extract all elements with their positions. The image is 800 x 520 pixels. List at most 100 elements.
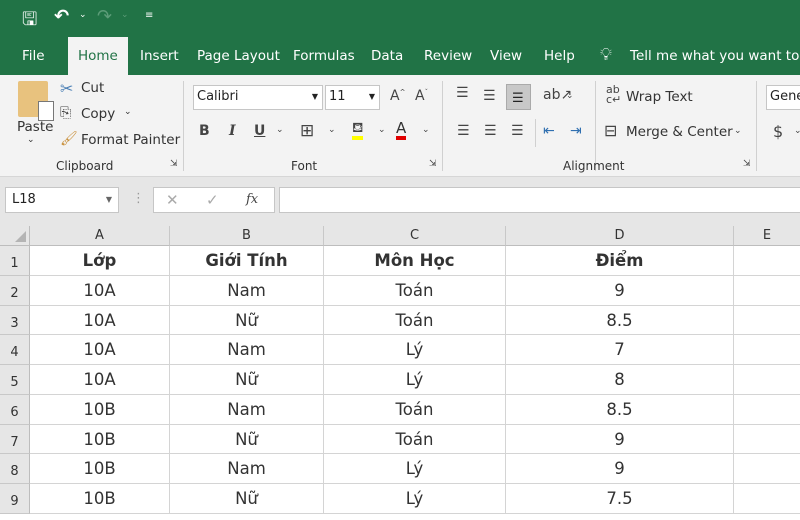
row-header-9[interactable]: 9 (0, 484, 30, 514)
font-color-icon[interactable]: A (396, 120, 407, 140)
select-all-button[interactable] (0, 226, 30, 246)
redo-icon[interactable]: ↷ (97, 6, 112, 27)
fill-color-icon[interactable]: ⛾ (352, 120, 364, 140)
paste-icon[interactable] (18, 81, 54, 121)
row-header-8[interactable]: 8 (0, 454, 30, 484)
insert-function-icon[interactable]: fx (246, 188, 258, 212)
top-align-icon[interactable]: ☰ (456, 85, 469, 101)
underline-button[interactable]: U (254, 123, 265, 139)
cell-b5[interactable]: Nữ (170, 365, 324, 395)
font-size-select[interactable]: 11 ▼ (325, 85, 380, 110)
column-header-c[interactable]: C (324, 226, 506, 246)
cell-d8[interactable]: 9 (506, 454, 734, 484)
cell-b8[interactable]: Nam (170, 454, 324, 484)
cell-c7[interactable]: Toán (324, 425, 506, 454)
cell-d9[interactable]: 7.5 (506, 484, 734, 514)
cell-a8[interactable]: 10B (30, 454, 170, 484)
italic-button[interactable]: I (229, 123, 236, 139)
cell-b3[interactable]: Nữ (170, 306, 324, 335)
cell-e6[interactable] (734, 395, 800, 425)
tab-view[interactable]: View (480, 37, 532, 75)
cell-e9[interactable] (734, 484, 800, 514)
paste-dropdown-icon[interactable]: ⌄ (27, 135, 35, 145)
increase-font-size-icon[interactable]: A^ (390, 88, 405, 104)
currency-dropdown-icon[interactable]: ⌄ (794, 126, 800, 136)
tab-help[interactable]: Help (534, 37, 585, 75)
alignment-launcher-icon[interactable]: ⇲ (743, 159, 751, 169)
decrease-indent-icon[interactable]: ⇤ (543, 123, 555, 139)
borders-dropdown-icon[interactable]: ⌄ (328, 125, 336, 135)
merge-center-button[interactable]: Merge & Center (626, 124, 733, 140)
align-right-icon[interactable]: ☰ (511, 123, 524, 139)
cell-b2[interactable]: Nam (170, 276, 324, 306)
cell-c5[interactable]: Lý (324, 365, 506, 395)
cell-c8[interactable]: Lý (324, 454, 506, 484)
row-header-6[interactable]: 6 (0, 395, 30, 425)
paste-button[interactable]: Paste (17, 119, 53, 135)
cell-b6[interactable]: Nam (170, 395, 324, 425)
cell-e1[interactable] (734, 246, 800, 276)
cell-e8[interactable] (734, 454, 800, 484)
cell-c3[interactable]: Toán (324, 306, 506, 335)
bold-button[interactable]: B (199, 123, 210, 139)
cell-c6[interactable]: Toán (324, 395, 506, 425)
row-header-7[interactable]: 7 (0, 425, 30, 454)
cell-d4[interactable]: 7 (506, 335, 734, 365)
increase-indent-icon[interactable]: ⇥ (570, 123, 582, 139)
tab-data[interactable]: Data (361, 37, 413, 75)
header-cell-d1[interactable]: Điểm (506, 246, 734, 276)
drag-handle-icon[interactable]: ⋮ (132, 191, 145, 206)
cell-a4[interactable]: 10A (30, 335, 170, 365)
column-header-b[interactable]: B (170, 226, 324, 246)
cell-c4[interactable]: Lý (324, 335, 506, 365)
clipboard-launcher-icon[interactable]: ⇲ (170, 159, 178, 169)
align-left-icon[interactable]: ☰ (457, 123, 470, 139)
column-header-a[interactable]: A (30, 226, 170, 246)
header-cell-a1[interactable]: Lớp (30, 246, 170, 276)
formula-input[interactable] (279, 187, 800, 213)
redo-dropdown-icon[interactable]: ⌄ (121, 10, 129, 20)
fill-color-dropdown-icon[interactable]: ⌄ (378, 125, 386, 135)
middle-align-icon[interactable]: ☰ (483, 88, 496, 104)
underline-dropdown-icon[interactable]: ⌄ (276, 125, 284, 135)
cell-a2[interactable]: 10A (30, 276, 170, 306)
cut-button[interactable]: Cut (81, 80, 104, 96)
cell-d5[interactable]: 8 (506, 365, 734, 395)
cell-a9[interactable]: 10B (30, 484, 170, 514)
tab-file[interactable]: File (12, 37, 55, 75)
cell-e3[interactable] (734, 306, 800, 335)
cancel-icon[interactable]: ✕ (166, 188, 179, 212)
format-painter-button[interactable]: Format Painter (81, 132, 180, 148)
decrease-font-size-icon[interactable]: Aˇ (415, 88, 428, 104)
header-cell-c1[interactable]: Môn Học (324, 246, 506, 276)
copy-button[interactable]: Copy (81, 106, 115, 122)
cell-a6[interactable]: 10B (30, 395, 170, 425)
cell-e5[interactable] (734, 365, 800, 395)
number-format-select[interactable]: General (766, 85, 800, 110)
cell-d7[interactable]: 9 (506, 425, 734, 454)
cell-a5[interactable]: 10A (30, 365, 170, 395)
cell-d3[interactable]: 8.5 (506, 306, 734, 335)
cell-d6[interactable]: 8.5 (506, 395, 734, 425)
row-header-3[interactable]: 3 (0, 306, 30, 335)
cell-c9[interactable]: Lý (324, 484, 506, 514)
font-launcher-icon[interactable]: ⇲ (429, 159, 437, 169)
column-header-e[interactable]: E (734, 226, 800, 246)
copy-dropdown-icon[interactable]: ⌄ (124, 107, 132, 117)
borders-icon[interactable]: ⊞ (300, 121, 314, 141)
cell-e4[interactable] (734, 335, 800, 365)
font-name-select[interactable]: Calibri ▼ (193, 85, 323, 110)
cell-b4[interactable]: Nam (170, 335, 324, 365)
cell-b7[interactable]: Nữ (170, 425, 324, 454)
orientation-dropdown-icon[interactable]: ⌄ (566, 91, 574, 101)
cell-a7[interactable]: 10B (30, 425, 170, 454)
cell-b9[interactable]: Nữ (170, 484, 324, 514)
undo-dropdown-icon[interactable]: ⌄ (79, 10, 87, 20)
merge-dropdown-icon[interactable]: ⌄ (734, 126, 742, 136)
enter-icon[interactable]: ✓ (206, 188, 219, 212)
tab-insert[interactable]: Insert (130, 37, 189, 75)
tab-page-layout[interactable]: Page Layout (187, 37, 290, 75)
tab-home[interactable]: Home (68, 37, 128, 75)
row-header-4[interactable]: 4 (0, 335, 30, 365)
customize-icon[interactable]: ≡ (145, 10, 153, 21)
